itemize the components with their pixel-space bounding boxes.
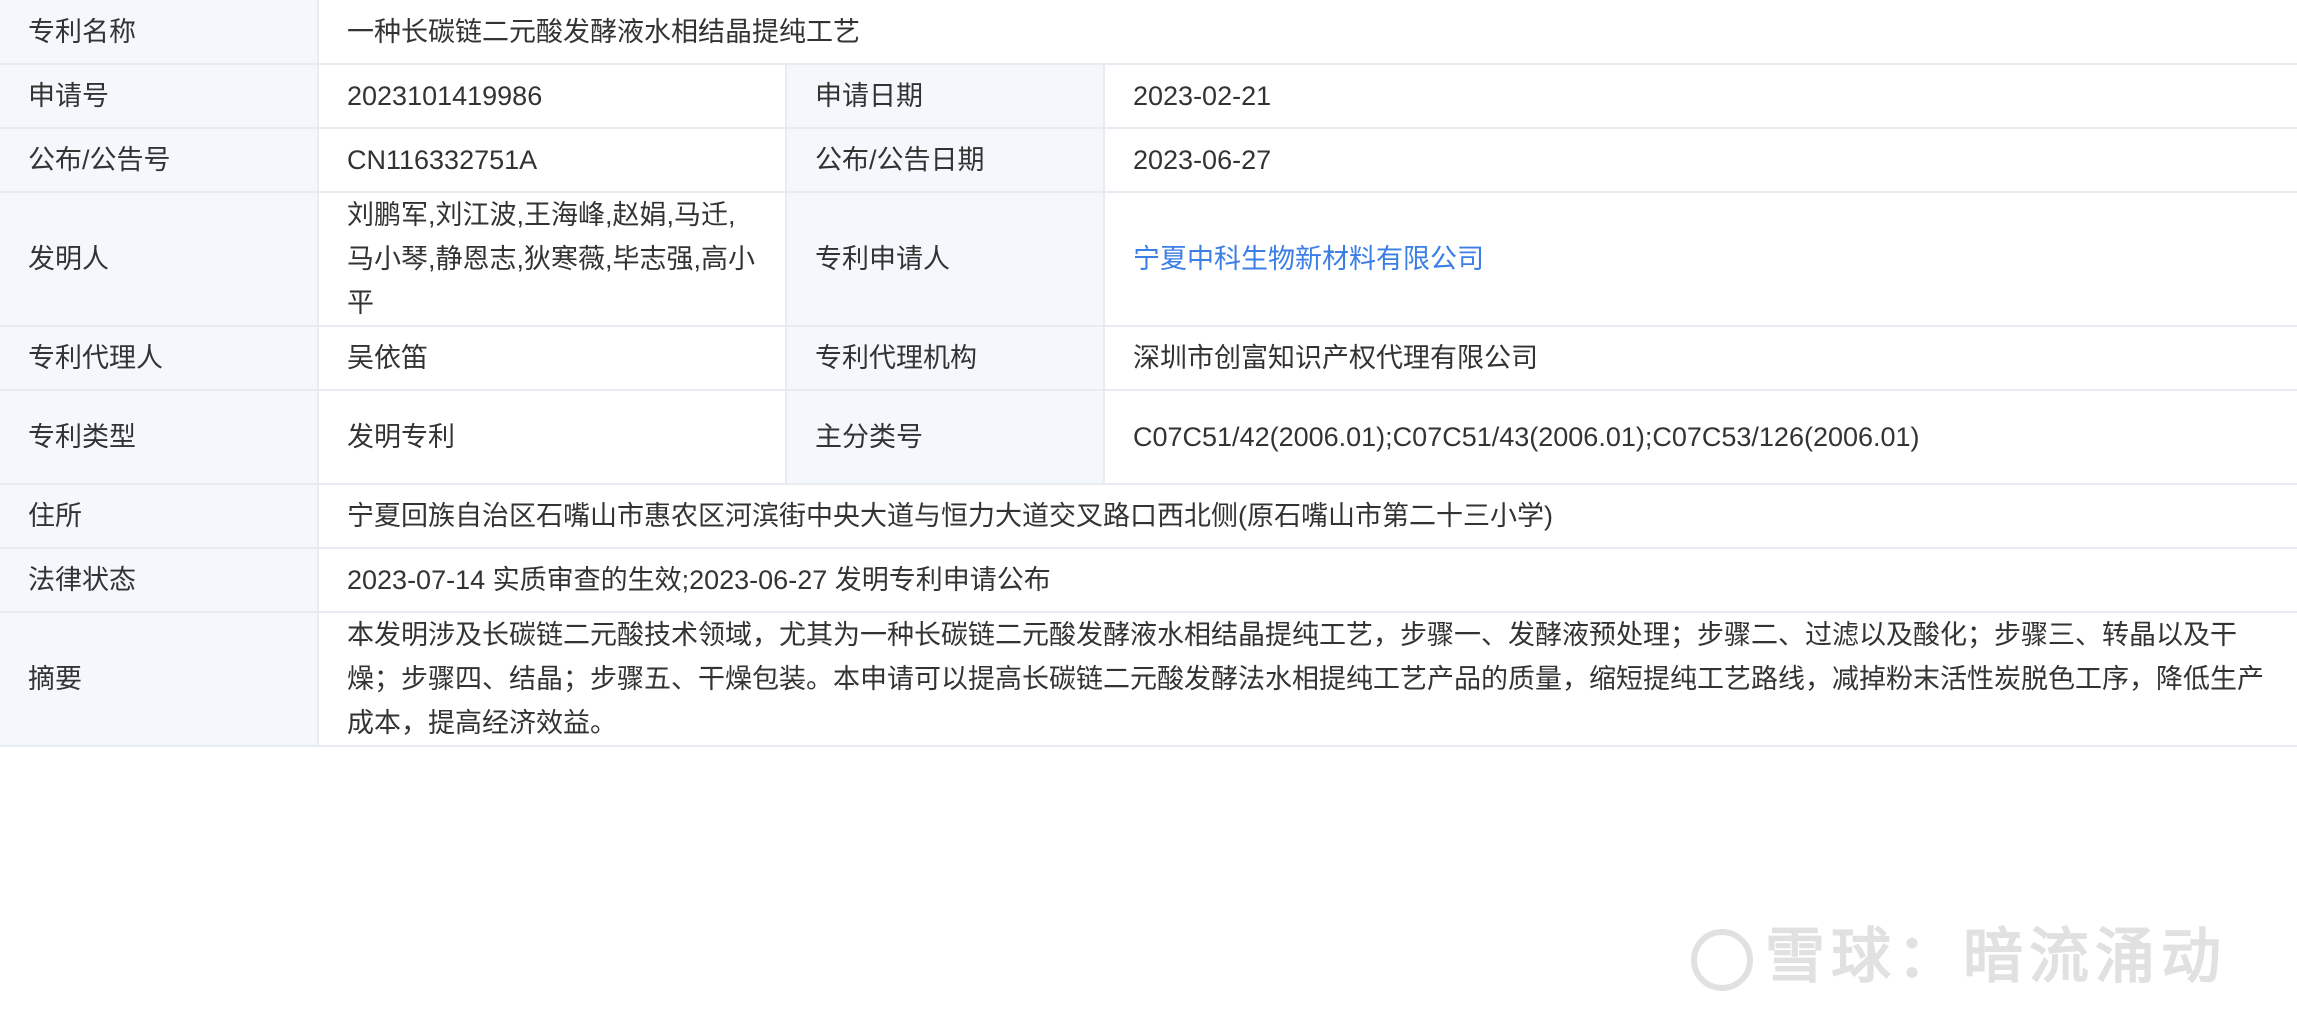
publication-date-value: 2023-06-27 bbox=[1102, 127, 2297, 193]
patent-name-value: 一种长碳链二元酸发酵液水相结晶提纯工艺 bbox=[316, 0, 2297, 65]
inventors-label: 发明人 bbox=[0, 191, 319, 327]
row-publication-number: 公布/公告号 CN116332751A 公布/公告日期 2023-06-27 bbox=[0, 127, 2297, 193]
publication-date-label: 公布/公告日期 bbox=[785, 127, 1105, 193]
main-class-label: 主分类号 bbox=[785, 389, 1105, 485]
agent-label: 专利代理人 bbox=[0, 325, 319, 391]
applicant-label: 专利申请人 bbox=[785, 191, 1105, 327]
row-inventors: 发明人 刘鹏军,刘江波,王海峰,赵娟,马迁,马小琴,静恩志,狄寒薇,毕志强,高小… bbox=[0, 191, 2297, 327]
row-patent-name: 专利名称 一种长碳链二元酸发酵液水相结晶提纯工艺 bbox=[0, 0, 2297, 65]
watermark-text: 雪球：暗流涌动 bbox=[1765, 922, 2227, 992]
agency-value: 深圳市创富知识产权代理有限公司 bbox=[1102, 325, 2297, 391]
application-date-label: 申请日期 bbox=[785, 63, 1105, 129]
publication-number-value: CN116332751A bbox=[317, 127, 787, 193]
patent-name-label: 专利名称 bbox=[0, 0, 319, 65]
agency-label: 专利代理机构 bbox=[785, 325, 1105, 391]
application-number-label: 申请号 bbox=[0, 63, 319, 129]
inventors-value: 刘鹏军,刘江波,王海峰,赵娟,马迁,马小琴,静恩志,狄寒薇,毕志强,高小平 bbox=[317, 191, 787, 327]
patent-type-label: 专利类型 bbox=[0, 389, 319, 485]
patent-type-value: 发明专利 bbox=[317, 389, 787, 485]
row-patent-type: 专利类型 发明专利 主分类号 C07C51/42(2006.01);C07C51… bbox=[0, 389, 2297, 485]
applicant-link[interactable]: 宁夏中科生物新材料有限公司 bbox=[1133, 244, 1484, 274]
agent-value: 吴依笛 bbox=[317, 325, 787, 391]
address-label: 住所 bbox=[0, 483, 319, 549]
abstract-label: 摘要 bbox=[0, 611, 319, 747]
application-date-value: 2023-02-21 bbox=[1102, 63, 2297, 129]
row-application-number: 申请号 2023101419986 申请日期 2023-02-21 bbox=[0, 63, 2297, 129]
application-number-value: 2023101419986 bbox=[317, 63, 787, 129]
abstract-value: 本发明涉及长碳链二元酸技术领域，尤其为一种长碳链二元酸发酵液水相结晶提纯工艺，步… bbox=[316, 611, 2297, 747]
row-address: 住所 宁夏回族自治区石嘴山市惠农区河滨街中央大道与恒力大道交叉路口西北侧(原石嘴… bbox=[0, 483, 2297, 549]
row-legal-status: 法律状态 2023-07-14 实质审查的生效;2023-06-27 发明专利申… bbox=[0, 547, 2297, 613]
main-class-value: C07C51/42(2006.01);C07C51/43(2006.01);C0… bbox=[1102, 389, 2297, 485]
row-agent: 专利代理人 吴依笛 专利代理机构 深圳市创富知识产权代理有限公司 bbox=[0, 325, 2297, 391]
applicant-cell: 宁夏中科生物新材料有限公司 bbox=[1102, 191, 2297, 327]
address-value: 宁夏回族自治区石嘴山市惠农区河滨街中央大道与恒力大道交叉路口西北侧(原石嘴山市第… bbox=[316, 483, 2297, 549]
legal-status-value: 2023-07-14 实质审查的生效;2023-06-27 发明专利申请公布 bbox=[316, 547, 2297, 613]
legal-status-label: 法律状态 bbox=[0, 547, 319, 613]
row-abstract: 摘要 本发明涉及长碳链二元酸技术领域，尤其为一种长碳链二元酸发酵液水相结晶提纯工… bbox=[0, 611, 2297, 747]
watermark: 雪球：暗流涌动 bbox=[1691, 908, 2227, 995]
watermark-logo-icon bbox=[1691, 929, 1753, 992]
publication-number-label: 公布/公告号 bbox=[0, 127, 319, 193]
patent-info-table: 专利名称 一种长碳链二元酸发酵液水相结晶提纯工艺 申请号 20231014199… bbox=[0, 0, 2297, 747]
